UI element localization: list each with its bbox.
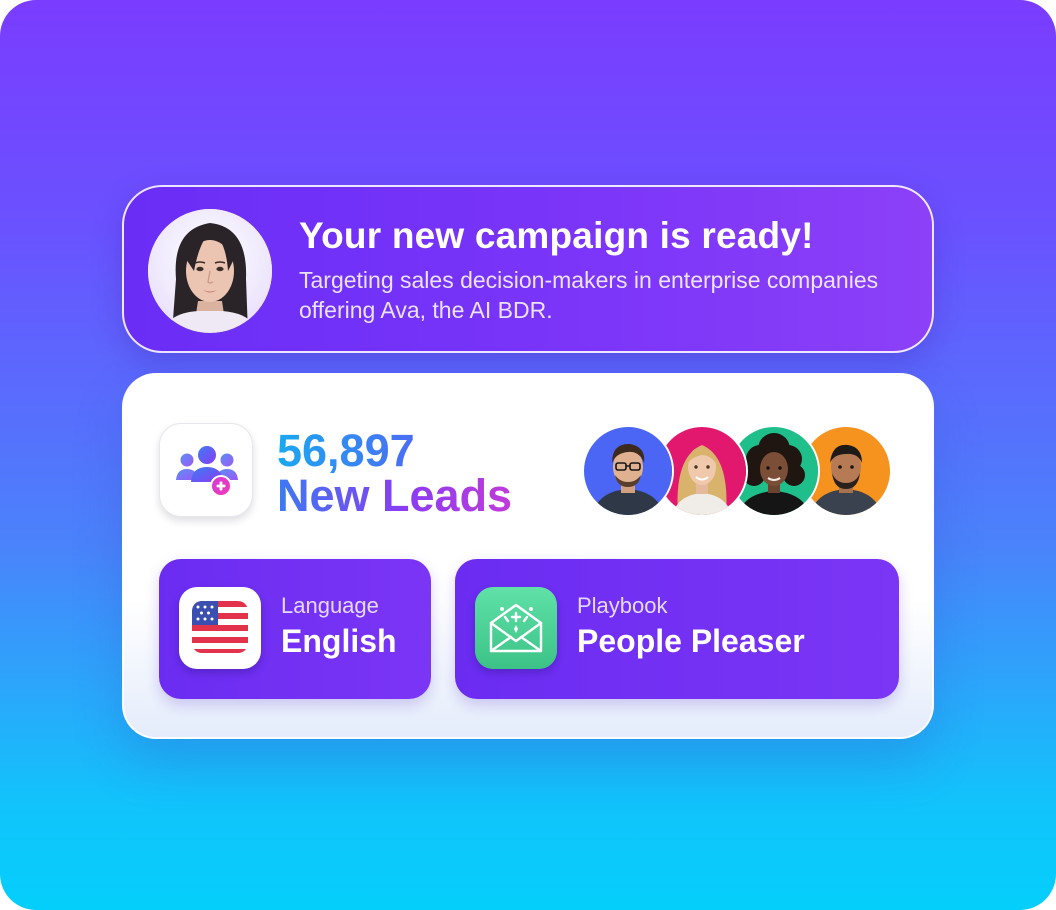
language-label: Language xyxy=(281,593,379,618)
notification-title: Your new campaign is ready! xyxy=(299,215,814,256)
language-setting-tile[interactable]: Language English xyxy=(159,559,431,699)
leads-count: 56,897 xyxy=(277,425,415,476)
campaign-canvas: Your new campaign is ready! Targeting sa… xyxy=(0,0,1056,910)
envelope-sparkle-icon xyxy=(475,587,557,669)
playbook-setting-tile[interactable]: Playbook People Pleaser xyxy=(455,559,899,699)
playbook-value: People Pleaser xyxy=(577,623,805,659)
campaign-ready-notification[interactable]: Your new campaign is ready! Targeting sa… xyxy=(122,185,934,353)
playbook-label: Playbook xyxy=(577,593,668,618)
language-value: English xyxy=(281,623,397,659)
man-glasses-avatar xyxy=(582,425,674,517)
add-users-icon xyxy=(159,423,253,517)
woman-portrait-avatar xyxy=(148,209,272,333)
campaign-summary-card: 56,897 New Leads Language English Playbo… xyxy=(122,373,934,739)
us-flag-icon xyxy=(179,587,261,669)
leads-avatar-stack xyxy=(582,425,892,519)
leads-label: New Leads xyxy=(277,470,513,521)
notification-subtitle: Targeting sales decision-makers in enter… xyxy=(299,267,879,323)
